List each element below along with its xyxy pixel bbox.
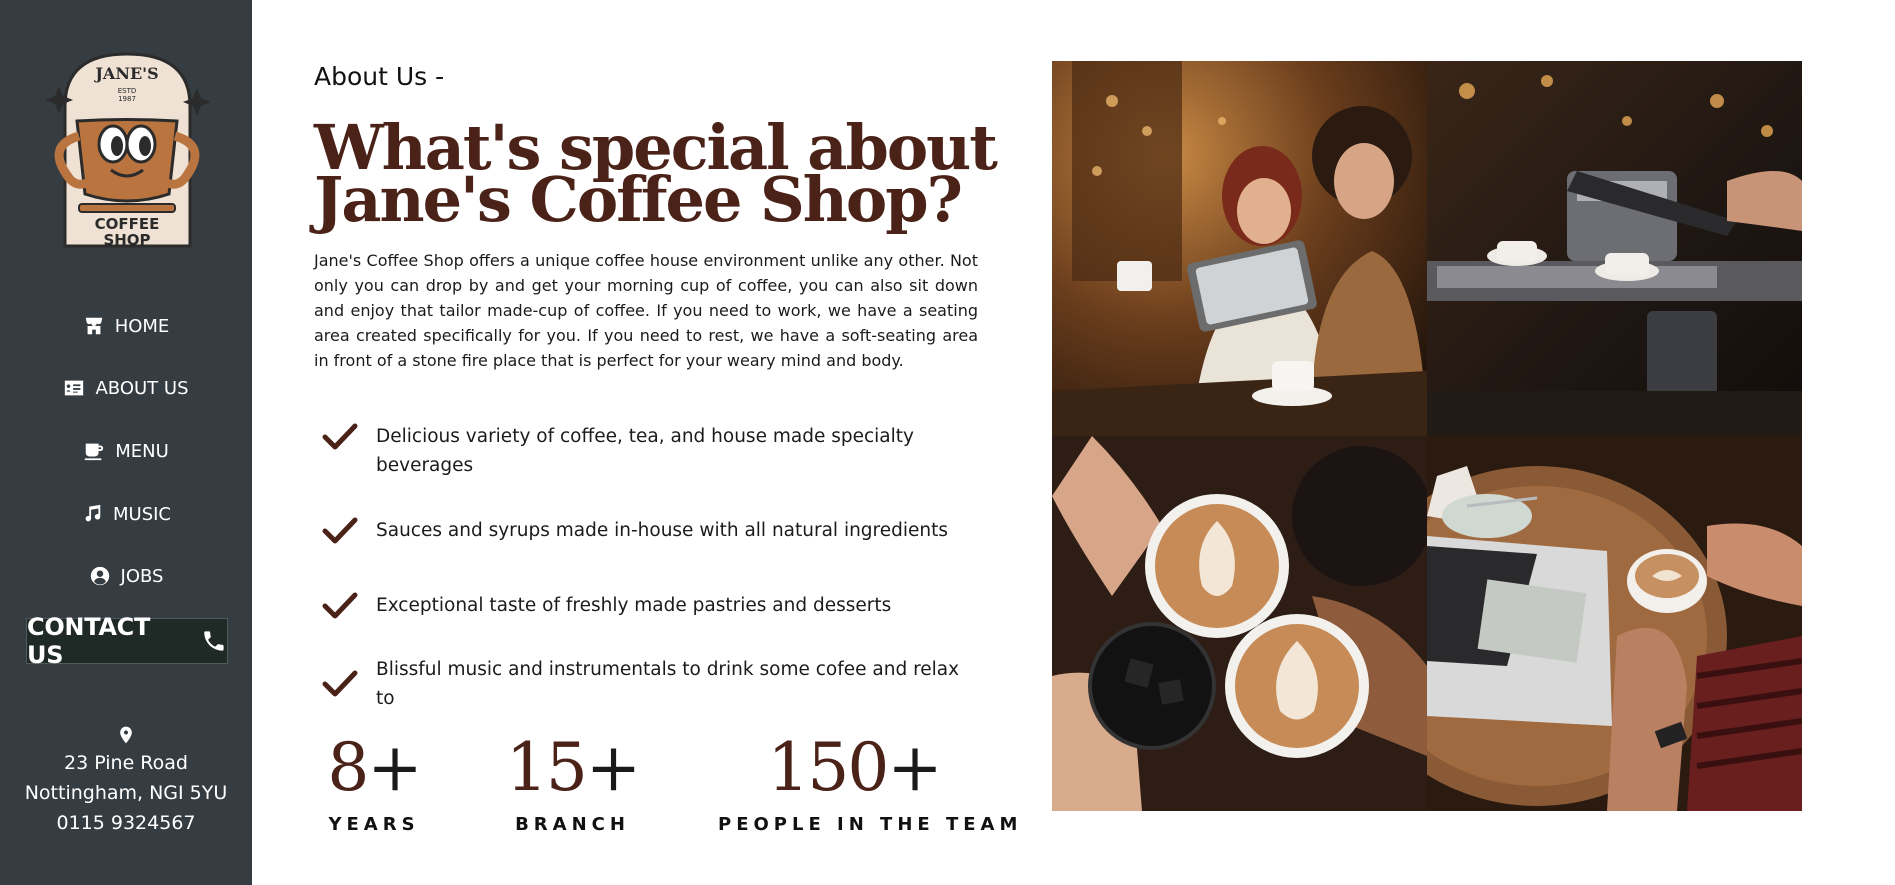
check-icon: [322, 423, 358, 450]
phone-number[interactable]: 0115 9324567: [0, 808, 252, 838]
nav-item-music[interactable]: MUSIC: [0, 496, 252, 532]
photo-gallery: [1052, 61, 1802, 811]
nav-label-menu: MENU: [115, 440, 169, 462]
feature-text: Blissful music and instrumentals to drin…: [376, 659, 960, 709]
section-eyebrow: About Us -: [314, 62, 445, 91]
stat-branch: 15+ BRANCH: [500, 728, 645, 835]
nav-item-menu[interactable]: MENU: [0, 433, 252, 469]
stat-value: 15: [505, 729, 588, 806]
janes-coffee-logo[interactable]: JANE'S ESTD 1987 COFFEE SHOP: [45, 46, 210, 251]
stat-years: 8+ YEARS: [314, 728, 434, 835]
contact-us-button[interactable]: CONTACT US: [26, 613, 228, 669]
stat-number: 15+: [500, 728, 645, 808]
nav-label-home: HOME: [114, 315, 170, 337]
stat-label: BRANCH: [515, 814, 630, 835]
feature-text: Delicious variety of coffee, tea, and ho…: [376, 426, 914, 476]
nav-label-jobs: JOBS: [120, 565, 164, 587]
contact-us-label: CONTACT US: [27, 613, 151, 669]
store-icon: [85, 317, 102, 335]
address-line-1: 23 Pine Road: [64, 752, 188, 774]
latte-art-cheers-photo: [1052, 436, 1427, 811]
feature-item: Sauces and syrups made in-house with all…: [314, 516, 994, 546]
feature-item: Delicious variety of coffee, tea, and ho…: [314, 422, 994, 480]
stat-people: 150+ PEOPLE IN THE TEAM: [718, 728, 1023, 835]
nav-label-music: MUSIC: [112, 503, 171, 525]
intro-paragraph: Jane's Coffee Shop offers a unique coffe…: [314, 251, 978, 370]
check-icon: [322, 670, 358, 697]
nav-item-home[interactable]: HOME: [0, 308, 252, 344]
music-note-icon: [85, 504, 101, 522]
laptop-and-coffee-photo: [1427, 436, 1802, 811]
stat-label: YEARS: [328, 814, 420, 835]
stat-label: PEOPLE IN THE TEAM: [718, 814, 1023, 835]
stat-value: 8: [327, 729, 369, 806]
stat-suffix: +: [585, 729, 641, 806]
espresso-machine-photo: [1427, 61, 1802, 436]
feature-text: Exceptional taste of freshly made pastri…: [376, 595, 892, 616]
couple-with-tablet-photo: [1052, 61, 1427, 436]
stat-suffix: +: [367, 729, 422, 806]
feature-text: Sauces and syrups made in-house with all…: [376, 520, 949, 541]
stat-number: 150+: [718, 728, 990, 808]
nav-item-about-us[interactable]: ABOUT US: [0, 370, 252, 406]
page-headline: What's special about Jane's Coffee Shop?: [314, 117, 1014, 236]
svg-text:ESTD: ESTD: [118, 87, 137, 95]
nav-label-about-us: ABOUT US: [95, 377, 189, 399]
check-icon: [322, 517, 358, 544]
check-icon: [322, 592, 358, 619]
svg-text:JANE'S: JANE'S: [93, 64, 158, 83]
feature-item: Blissful music and instrumentals to drin…: [314, 655, 994, 713]
address-block: 23 Pine Road Nottingham, NGI 5YU 0115 93…: [0, 724, 252, 838]
sidebar: JANE'S ESTD 1987 COFFEE SHOP HOME ABOUT …: [0, 0, 252, 885]
stat-value: 150: [767, 729, 889, 806]
address-line-2: Nottingham, NGI 5YU: [24, 782, 228, 804]
map-pin-icon: [120, 726, 132, 744]
stat-suffix: +: [887, 729, 942, 806]
svg-text:SHOP: SHOP: [103, 231, 150, 249]
mug-icon: [85, 443, 104, 461]
id-card-icon: [65, 380, 84, 396]
nav-item-jobs[interactable]: JOBS: [0, 558, 252, 594]
user-circle-icon: [90, 566, 109, 586]
phone-icon: [204, 631, 224, 651]
headline-line-2: Jane's Coffee Shop?: [314, 163, 963, 236]
feature-item: Exceptional taste of freshly made pastri…: [314, 591, 994, 621]
stat-number: 8+: [314, 728, 434, 808]
svg-text:1987: 1987: [118, 95, 136, 103]
